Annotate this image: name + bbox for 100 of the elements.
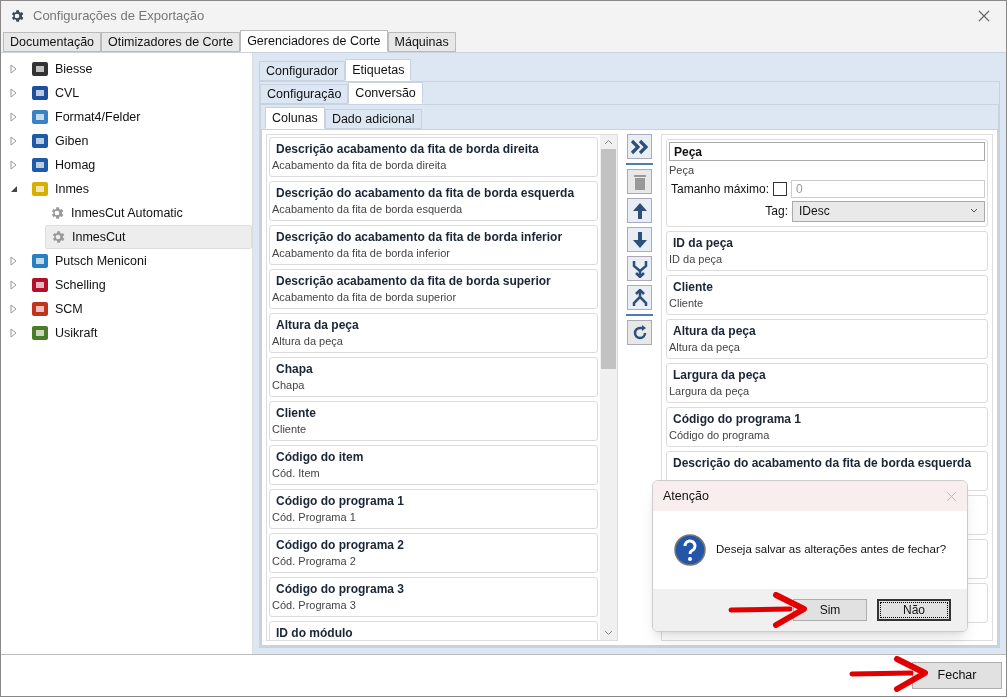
tree-label: Format4/Felder: [55, 108, 141, 126]
split-icon[interactable]: [627, 285, 652, 310]
tab[interactable]: Máquinas: [387, 32, 456, 52]
column-card[interactable]: Código do programa 1 Código do programa: [666, 407, 988, 447]
tab[interactable]: Etiquetas: [345, 59, 412, 81]
tree-label: Giben: [55, 132, 89, 150]
move-up-icon[interactable]: [627, 198, 652, 223]
dialog-message: Deseja salvar as alterações antes de fechar?: [716, 542, 947, 558]
column-title: Cliente: [276, 406, 317, 421]
column-subtitle: Altura da peça: [669, 340, 741, 355]
logo-icon: [31, 181, 49, 197]
scroll-down-icon[interactable]: [604, 630, 613, 636]
column-card[interactable]: Descrição do acabamento da fita de borda esquerda Acabamento da fita de borda esquerda: [269, 181, 598, 221]
column-subtitle: Código do programa: [669, 428, 771, 443]
column-subtitle: Cliente: [272, 422, 308, 437]
column-title: Altura da peça: [673, 324, 757, 339]
tree-item[interactable]: Schelling: [1, 273, 252, 297]
column-card[interactable]: Descrição acabamento da fita de borda superior Acabamento da fita de borda superior: [269, 269, 598, 309]
logo-icon: [31, 133, 49, 149]
gear-icon: [9, 8, 25, 24]
name-field[interactable]: Peça: [669, 142, 985, 161]
column-title: Código do programa 2: [276, 538, 405, 553]
tree-label: Biesse: [55, 60, 93, 78]
tab[interactable]: Configuração: [260, 84, 349, 104]
logo-icon: [31, 301, 49, 317]
close-window-button[interactable]: Fechar: [912, 662, 1002, 689]
dialog-button[interactable]: Sim: [793, 599, 867, 621]
merge-icon[interactable]: [627, 256, 652, 281]
column-card[interactable]: Altura da peça Altura da peça: [666, 319, 988, 359]
column-card[interactable]: Descrição do acabamento da fita de borda inferior Acabamento da fita de borda inferior: [269, 225, 598, 265]
tab[interactable]: Gerenciadores de Corte: [240, 30, 388, 52]
logo-icon: [31, 157, 49, 173]
tree-item[interactable]: Format4/Felder: [1, 105, 252, 129]
column-card[interactable]: Altura da peça Altura da peça: [269, 313, 598, 353]
max-length-checkbox[interactable]: [773, 182, 788, 196]
tab[interactable]: Otimizadores de Corte: [101, 32, 241, 52]
tab[interactable]: Colunas: [265, 107, 325, 129]
tree-label: Homag: [55, 156, 96, 174]
column-title: Cliente: [673, 280, 714, 295]
column-title: Código do programa 3: [276, 582, 405, 597]
column-card[interactable]: ID do módulo: [269, 621, 598, 640]
expand-icon[interactable]: [9, 112, 19, 122]
tree-item[interactable]: Giben: [1, 129, 252, 153]
tree-item[interactable]: InmesCut: [45, 225, 252, 249]
window-title: Configurações de Exportação: [33, 7, 205, 26]
tree-item[interactable]: Homag: [1, 153, 252, 177]
expand-icon[interactable]: [9, 88, 19, 98]
column-card[interactable]: Cliente Cliente: [666, 275, 988, 315]
expand-icon[interactable]: [9, 328, 19, 338]
column-title: Descrição do acabamento da fita de borda esquerda: [276, 186, 576, 201]
tree-item[interactable]: Usikraft: [1, 321, 252, 345]
tree-item[interactable]: InmesCut Automatic: [45, 201, 252, 225]
scroll-up-icon[interactable]: [604, 139, 613, 145]
column-title: Largura da peça: [673, 368, 767, 383]
expand-icon[interactable]: [9, 136, 19, 146]
column-card[interactable]: Cliente Cliente: [269, 401, 598, 441]
question-icon: [674, 534, 706, 566]
dialog-button[interactable]: Não: [877, 599, 951, 621]
scroll-thumb[interactable]: [601, 149, 616, 369]
expand-icon[interactable]: [9, 256, 19, 266]
expand-icon[interactable]: [9, 160, 19, 170]
tag-dropdown[interactable]: IDesc: [792, 200, 985, 222]
column-card[interactable]: Chapa Chapa: [269, 357, 598, 397]
tree-item[interactable]: SCM: [1, 297, 252, 321]
expand-icon[interactable]: [9, 280, 19, 290]
tree-label: Inmes: [55, 180, 90, 198]
move-down-icon[interactable]: [627, 227, 652, 252]
tab[interactable]: Configurador: [259, 61, 346, 81]
column-card[interactable]: Código do programa 1 Cód. Programa 1: [269, 489, 598, 529]
logo-icon: [31, 277, 49, 293]
logo-icon: [31, 85, 49, 101]
column-title: Código do programa 1: [673, 412, 802, 427]
max-length-label: Tamanho máximo:: [670, 181, 770, 198]
tree-label: SCM: [55, 300, 83, 318]
column-subtitle: Acabamento da fita de borda esquerda: [272, 202, 464, 217]
expand-icon[interactable]: [9, 304, 19, 314]
tab[interactable]: Dado adicional: [324, 109, 422, 129]
collapse-icon[interactable]: [9, 184, 19, 194]
column-title: Descrição acabamento da fita de borda direita: [276, 142, 540, 157]
tab[interactable]: Conversão: [348, 82, 423, 104]
scrollbar[interactable]: [600, 135, 617, 640]
column-card[interactable]: Código do programa 3 Cód. Programa 3: [269, 577, 598, 617]
column-card[interactable]: Código do item Cód. Item: [269, 445, 598, 485]
refresh-icon[interactable]: [627, 320, 652, 345]
tab[interactable]: Documentação: [3, 32, 102, 52]
column-subtitle: Cliente: [669, 296, 705, 311]
column-subtitle: Cód. Item: [272, 466, 321, 481]
tree-item[interactable]: CVL: [1, 81, 252, 105]
column-card[interactable]: ID da peça ID da peça: [666, 231, 988, 271]
column-card[interactable]: Descrição acabamento da fita de borda direita Acabamento da fita de borda direita: [269, 137, 598, 177]
tree-item[interactable]: Putsch Meniconi: [1, 249, 252, 273]
expand-icon[interactable]: [9, 64, 19, 74]
column-card[interactable]: Código do programa 2 Cód. Programa 2: [269, 533, 598, 573]
add-icon[interactable]: [627, 134, 652, 159]
column-card[interactable]: Largura da peça Largura da peça: [666, 363, 988, 403]
tree-label: InmesCut Automatic: [71, 204, 183, 222]
tree-item[interactable]: Inmes: [1, 177, 252, 201]
close-icon[interactable]: [978, 10, 990, 22]
tree-item[interactable]: Biesse: [1, 57, 252, 81]
gear-icon: [50, 229, 66, 245]
